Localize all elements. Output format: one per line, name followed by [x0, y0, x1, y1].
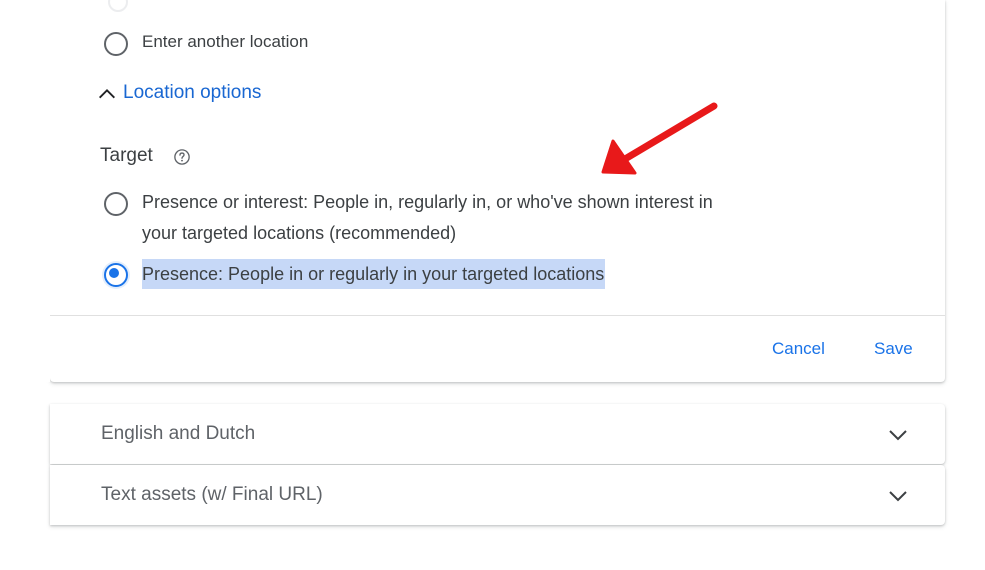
partial-radio-above [108, 0, 128, 12]
location-options-label: Location options [123, 82, 262, 103]
presence-label: Presence: People in or regularly in your… [142, 259, 606, 289]
enter-another-location-label: Enter another location [142, 32, 309, 51]
enter-another-location-radio[interactable] [104, 32, 128, 56]
presence-or-interest-label-line1: Presence or interest: People in, regular… [142, 192, 713, 212]
help-circle-icon[interactable] [173, 148, 191, 166]
chevron-down-icon[interactable] [886, 484, 910, 508]
text-assets-panel[interactable]: Text assets (w/ Final URL) [50, 465, 945, 525]
cancel-button[interactable]: Cancel [772, 339, 825, 359]
text-assets-panel-label: Text assets (w/ Final URL) [101, 484, 323, 505]
location-settings-card: Enter another location Location options … [46, 0, 945, 382]
card-divider [50, 315, 945, 316]
chevron-down-icon[interactable] [886, 423, 910, 447]
chevron-up-icon [99, 89, 115, 99]
page: Enter another location Location options … [0, 0, 985, 570]
presence-or-interest-radio[interactable] [104, 192, 128, 216]
red-arrow-annotation [601, 102, 718, 175]
languages-panel-label: English and Dutch [101, 423, 256, 444]
presence-or-interest-label-line2: your targeted locations (recommended) [142, 223, 457, 243]
languages-panel[interactable]: English and Dutch [50, 404, 945, 464]
save-button[interactable]: Save [874, 339, 913, 359]
presence-radio[interactable] [104, 263, 128, 287]
target-label: Target [100, 145, 153, 166]
